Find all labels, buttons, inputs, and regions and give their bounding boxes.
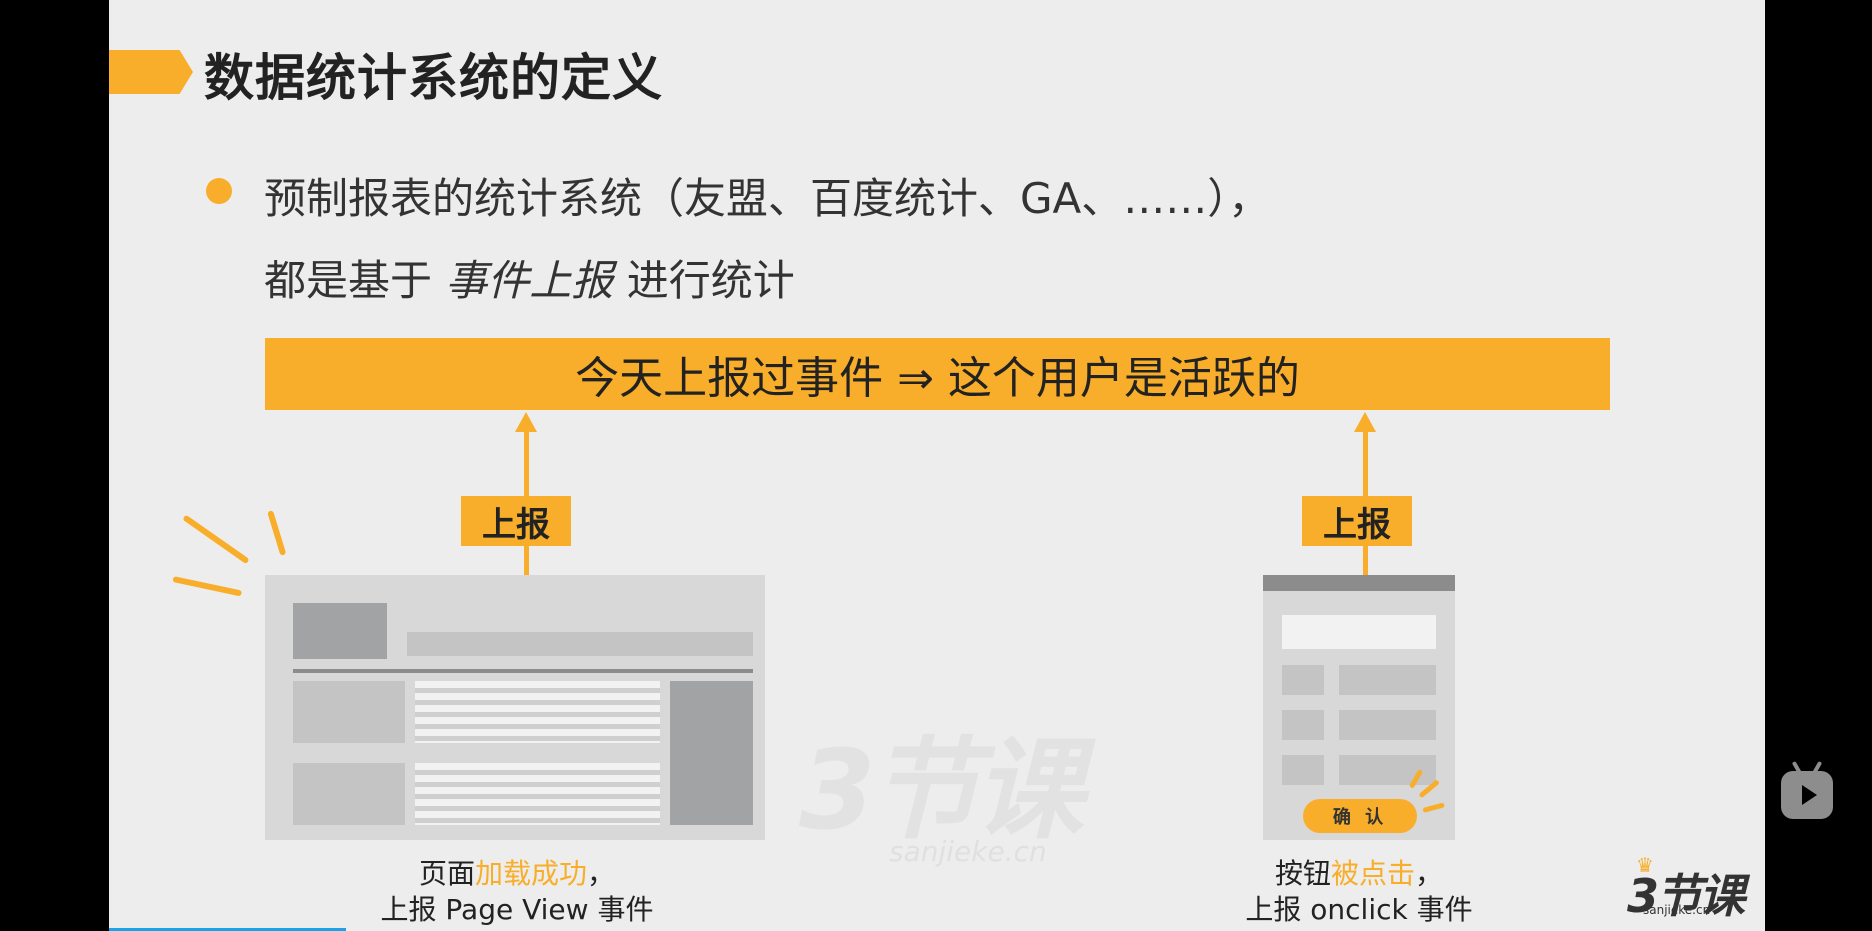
slide: 数据统计系统的定义 预制报表的统计系统（友盟、百度统计、GA、……）， 都是基于… bbox=[109, 0, 1765, 931]
watermark-url: sanjieke.cn bbox=[889, 835, 1047, 868]
mobile-row-label-3 bbox=[1282, 755, 1324, 785]
title-marker bbox=[109, 50, 193, 94]
caption-onclick-line2: 上报 onclick 事件 bbox=[1245, 893, 1473, 926]
caption-onclick: 按钮被点击， 上报 onclick 事件 bbox=[1219, 856, 1499, 928]
confirm-button: 确 认 bbox=[1303, 799, 1417, 833]
spark-line-icon bbox=[267, 510, 287, 556]
mobile-row-label-2 bbox=[1282, 710, 1324, 740]
bullet-line-2-suffix: 进行统计 bbox=[613, 256, 795, 305]
right-report-tag: 上报 bbox=[1302, 496, 1412, 546]
mobile-status-bar bbox=[1263, 575, 1455, 591]
bullet-line-2: 都是基于 事件上报 进行统计 bbox=[264, 247, 795, 308]
bullet-line-1: 预制报表的统计系统（友盟、百度统计、GA、……）， bbox=[264, 174, 1271, 223]
bilibili-play-icon[interactable] bbox=[1781, 771, 1833, 819]
bullet-dot bbox=[206, 178, 232, 204]
page-header-bar bbox=[407, 632, 753, 656]
caption-page-view-line1: 页面加载成功， bbox=[418, 857, 616, 890]
slide-title: 数据统计系统的定义 bbox=[204, 49, 663, 107]
caption-page-view-line2: 上报 Page View 事件 bbox=[380, 893, 654, 926]
bullet-line-2-prefix: 都是基于 bbox=[264, 256, 446, 305]
page-divider bbox=[293, 669, 753, 673]
mobile-input-block bbox=[1282, 615, 1436, 649]
caption-highlight: 被点击 bbox=[1330, 857, 1415, 890]
left-report-tag: 上报 bbox=[461, 496, 571, 546]
web-page-illustration bbox=[265, 575, 765, 840]
bullet-line-2-emphasis: 事件上报 bbox=[445, 256, 614, 305]
page-thumb-2 bbox=[293, 763, 405, 825]
arrow-up-icon bbox=[1354, 412, 1376, 432]
page-text-block-2 bbox=[415, 763, 660, 825]
mobile-row-label-1 bbox=[1282, 665, 1324, 695]
mobile-row-value-1 bbox=[1339, 665, 1436, 695]
mobile-row-value-2 bbox=[1339, 710, 1436, 740]
arrow-up-icon bbox=[515, 412, 537, 432]
brand-url: sanjieke.cn bbox=[1643, 903, 1711, 917]
play-icon bbox=[1802, 785, 1817, 805]
active-user-banner: 今天上报过事件 ⇒ 这个用户是活跃的 bbox=[265, 338, 1610, 410]
spark-line-icon bbox=[182, 514, 250, 565]
page-thumb-1 bbox=[293, 681, 405, 743]
page-text-block-1 bbox=[415, 681, 660, 743]
caption-page-view: 页面加载成功， 上报 Page View 事件 bbox=[377, 856, 657, 928]
spark-line-icon bbox=[172, 576, 243, 597]
page-sidebar-block bbox=[670, 681, 753, 825]
caption-onclick-line1: 按钮被点击， bbox=[1274, 857, 1444, 890]
caption-highlight: 加载成功 bbox=[474, 857, 587, 890]
page-logo-block bbox=[293, 603, 387, 659]
